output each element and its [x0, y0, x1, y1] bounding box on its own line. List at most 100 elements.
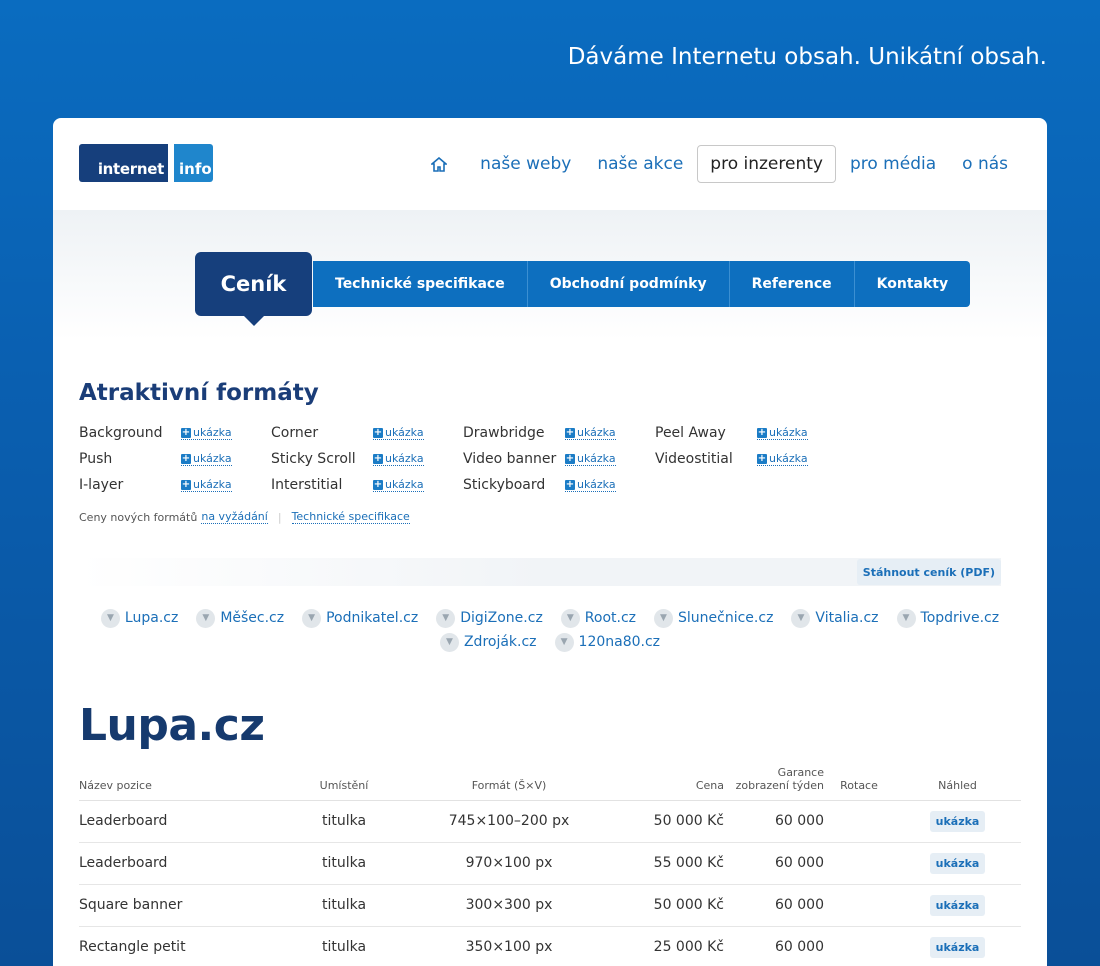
col-format: Formát (Š×V): [409, 758, 609, 801]
top-navigation: naše weby naše akce pro inzerenty pro mé…: [429, 144, 1021, 184]
preview-button[interactable]: ukázka: [929, 894, 986, 916]
site-link[interactable]: ▼ Podnikatel.cz: [302, 608, 418, 628]
formats-row: Background + ukázka Corner + ukázka Drawbridge…: [79, 420, 869, 446]
logo-text-internet: internet: [97, 160, 164, 178]
tab-obchodni-podminky[interactable]: Obchodní podmínky: [528, 261, 730, 307]
format-item: Stickyboard + ukázka: [463, 477, 655, 493]
format-show-link[interactable]: + ukázka: [181, 426, 232, 440]
chevron-down-icon: ▼: [196, 608, 216, 628]
format-item: I-layer + ukázka: [79, 477, 271, 493]
site-label: Slunečnice.cz: [678, 610, 774, 626]
nav-o-nas[interactable]: o nás: [962, 154, 1008, 174]
tab-kontakty[interactable]: Kontakty: [855, 261, 970, 307]
site-link[interactable]: ▼ Měšec.cz: [196, 608, 285, 628]
plus-icon: +: [181, 478, 191, 490]
tagline: Dáváme Internetu obsah. Unikátní obsah.: [567, 44, 1047, 70]
site-label: Vitalia.cz: [815, 610, 879, 626]
format-show-link[interactable]: + ukázka: [181, 452, 232, 466]
format-show-link[interactable]: + ukázka: [373, 426, 424, 440]
format-show-label: ukázka: [769, 452, 808, 465]
guarantee-cell: 60 000: [724, 800, 824, 843]
nav-pro-inzerenty[interactable]: pro inzerenty: [697, 145, 836, 183]
col-rotace: Rotace: [824, 758, 894, 801]
format-item: Interstitial + ukázka: [271, 477, 463, 493]
site-label: Root.cz: [584, 610, 637, 626]
preview-button[interactable]: ukázka: [929, 852, 986, 874]
logo[interactable]: internet info: [79, 144, 213, 182]
tab-cenik[interactable]: Ceník: [195, 252, 312, 326]
home-icon[interactable]: [429, 154, 449, 174]
sub-navigation: Ceník Technické specifikace Obchodní pod…: [195, 252, 971, 326]
formats-note: Ceny nových formátů na vyžádání | Techni…: [79, 510, 410, 524]
site-link[interactable]: ▼ Topdrive.cz: [896, 608, 999, 628]
plus-icon: +: [373, 452, 383, 464]
site-link[interactable]: ▼ DigiZone.cz: [436, 608, 543, 628]
site-link[interactable]: ▼ Root.cz: [560, 608, 637, 628]
sites-row: ▼ Zdroják.cz ▼ 120na80.cz: [79, 630, 1021, 654]
preview-cell: ukázka: [894, 884, 1021, 927]
position-name-cell: Rectangle petit: [79, 926, 279, 966]
plus-icon: +: [565, 452, 575, 464]
site-label: Měšec.cz: [220, 610, 285, 626]
preview-button[interactable]: ukázka: [929, 810, 986, 832]
format-item: Background + ukázka: [79, 425, 271, 441]
col-cena: Cena: [609, 758, 724, 801]
preview-button[interactable]: ukázka: [929, 936, 986, 958]
format-show-label: ukázka: [193, 452, 232, 465]
table-row: Square banner titulka 300×300 px 50 000 Kč 6…: [79, 884, 1021, 927]
col-garance: Garance zobrazení týden: [724, 758, 824, 801]
tab-reference[interactable]: Reference: [730, 261, 855, 307]
table-row: Leaderboard titulka 745×100–200 px 50 000 K…: [79, 800, 1021, 843]
format-show-link[interactable]: + ukázka: [757, 426, 808, 440]
site-link[interactable]: ▼ Lupa.cz: [100, 608, 178, 628]
col-umisteni: Umístění: [279, 758, 409, 801]
nav-pro-media[interactable]: pro média: [850, 154, 936, 174]
format-show-label: ukázka: [769, 426, 808, 439]
format-show-label: ukázka: [577, 452, 616, 465]
download-pricelist-button[interactable]: Stáhnout ceník (PDF): [856, 559, 1001, 585]
format-show-link[interactable]: + ukázka: [373, 478, 424, 492]
site-label: 120na80.cz: [578, 634, 661, 650]
tab-technicke-specifikace[interactable]: Technické specifikace: [313, 261, 528, 307]
format-name: Video banner: [463, 451, 557, 467]
preview-cell: ukázka: [894, 842, 1021, 885]
site-link[interactable]: ▼ Zdroják.cz: [439, 632, 537, 652]
format-size-cell: 300×300 px: [409, 884, 609, 927]
guarantee-cell: 60 000: [724, 926, 824, 966]
on-request-link[interactable]: na vyžádání: [201, 510, 268, 524]
tech-spec-link[interactable]: Technické specifikace: [291, 510, 410, 524]
placement-cell: titulka: [279, 926, 409, 966]
rotation-cell: [824, 926, 894, 966]
nav-nase-akce[interactable]: naše akce: [597, 154, 683, 174]
plus-icon: +: [181, 452, 191, 464]
format-show-link[interactable]: + ukázka: [373, 452, 424, 466]
placement-cell: titulka: [279, 842, 409, 885]
site-link[interactable]: ▼ Vitalia.cz: [791, 608, 879, 628]
format-name: Background: [79, 425, 163, 441]
site-link[interactable]: ▼ Slunečnice.cz: [654, 608, 774, 628]
format-name: Peel Away: [655, 425, 726, 441]
formats-title: Atraktivní formáty: [79, 380, 319, 406]
rotation-cell: [824, 884, 894, 927]
format-show-link[interactable]: + ukázka: [181, 478, 232, 492]
format-show-link[interactable]: + ukázka: [565, 426, 616, 440]
chevron-down-icon: ▼: [654, 608, 674, 628]
main-panel: internet info naše weby naše akce pro in…: [53, 118, 1047, 966]
placement-cell: titulka: [279, 800, 409, 843]
site-link[interactable]: ▼ 120na80.cz: [554, 632, 661, 652]
format-show-link[interactable]: + ukázka: [757, 452, 808, 466]
format-item: Videostitial + ukázka: [655, 451, 847, 467]
chevron-down-icon: ▼: [560, 608, 580, 628]
format-show-link[interactable]: + ukázka: [565, 478, 616, 492]
plus-icon: +: [757, 452, 767, 464]
format-show-label: ukázka: [385, 478, 424, 491]
format-name: Push: [79, 451, 113, 467]
format-show-link[interactable]: + ukázka: [565, 452, 616, 466]
nav-nase-weby[interactable]: naše weby: [480, 154, 571, 174]
format-name: Corner: [271, 425, 319, 441]
sub-tabs: Technické specifikace Obchodní podmínky …: [313, 261, 971, 307]
format-size-cell: 970×100 px: [409, 842, 609, 885]
price-cell: 50 000 Kč: [609, 800, 724, 843]
format-name: Drawbridge: [463, 425, 545, 441]
format-show-label: ukázka: [385, 452, 424, 465]
